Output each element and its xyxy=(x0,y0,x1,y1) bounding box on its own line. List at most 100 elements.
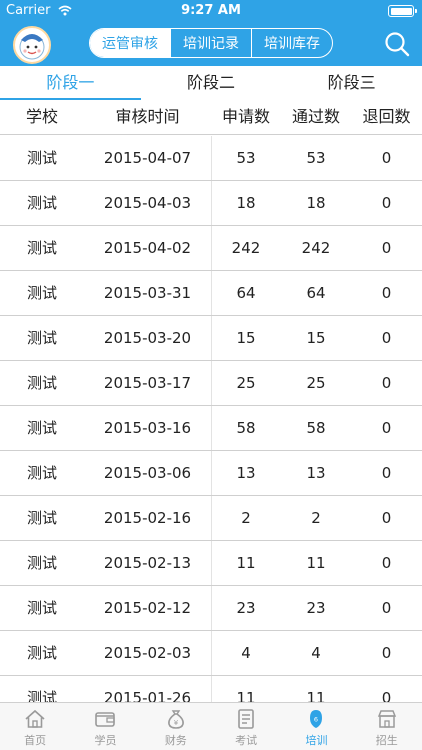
cell-passed: 15 xyxy=(306,329,326,347)
cell-passed: 242 xyxy=(301,239,331,257)
cell-school: 测试 xyxy=(26,509,57,527)
segment-training-stock[interactable]: 培训库存 xyxy=(251,29,332,57)
cell-audit-time: 2015-04-03 xyxy=(103,194,192,212)
segmented-control: 运管审核 培训记录 培训库存 xyxy=(89,28,333,58)
cell-passed: 53 xyxy=(306,149,326,167)
header-audit-time: 审核时间 xyxy=(115,107,180,126)
cell-applied: 64 xyxy=(236,284,256,302)
table-row[interactable]: 测试 2015-04-02 242 242 0 xyxy=(0,226,422,271)
cell-applied: 18 xyxy=(236,194,256,212)
table-row[interactable]: 测试 2015-04-03 18 18 0 xyxy=(0,181,422,226)
money-bag-icon: ¥ xyxy=(167,710,184,729)
cell-audit-time: 2015-02-13 xyxy=(103,554,192,572)
cell-returned: 0 xyxy=(381,644,392,662)
cell-audit-time: 2015-03-06 xyxy=(103,464,192,482)
cell-returned: 0 xyxy=(381,149,392,167)
table-row[interactable]: 测试 2015-02-03 4 4 0 xyxy=(0,631,422,676)
cell-school: 测试 xyxy=(26,419,57,437)
table-row[interactable]: 测试 2015-03-31 64 64 0 xyxy=(0,271,422,316)
cell-applied: 11 xyxy=(236,554,256,572)
tab-bar-item[interactable]: ¥ 财务 xyxy=(141,703,211,750)
cell-audit-time: 2015-02-16 xyxy=(103,509,192,527)
cell-audit-time: 2015-04-07 xyxy=(103,149,192,167)
header-passed: 通过数 xyxy=(291,107,340,126)
cell-returned: 0 xyxy=(381,464,392,482)
cell-audit-time: 2015-02-03 xyxy=(103,644,192,662)
header-school: 学校 xyxy=(25,107,58,126)
tab-stage-3[interactable]: 阶段三 xyxy=(281,66,422,100)
cell-school: 测试 xyxy=(26,599,57,617)
cell-returned: 0 xyxy=(381,329,392,347)
search-icon[interactable] xyxy=(384,31,410,57)
cell-school: 测试 xyxy=(26,149,57,167)
cell-audit-time: 2015-03-17 xyxy=(103,374,192,392)
table-row[interactable]: 测试 2015-02-12 23 23 0 xyxy=(0,586,422,631)
cell-applied: 13 xyxy=(236,464,256,482)
cell-returned: 0 xyxy=(381,194,392,212)
home-icon xyxy=(25,709,45,728)
cell-passed: 13 xyxy=(306,464,326,482)
cell-passed: 23 xyxy=(306,599,326,617)
tab-bar-item[interactable]: 6 培训 xyxy=(281,703,351,750)
cell-applied: 11 xyxy=(236,689,256,702)
tab-bar-label: 招生 xyxy=(375,734,398,747)
cell-school: 测试 xyxy=(26,554,57,572)
table-row[interactable]: 测试 2015-02-16 2 2 0 xyxy=(0,496,422,541)
cell-applied: 2 xyxy=(241,509,251,527)
segment-audit[interactable]: 运管审核 xyxy=(90,29,170,57)
cell-school: 测试 xyxy=(26,374,57,392)
cell-school: 测试 xyxy=(26,644,57,662)
cell-returned: 0 xyxy=(381,554,392,572)
table-row[interactable]: 测试 2015-03-17 25 25 0 xyxy=(0,361,422,406)
cell-audit-time: 2015-01-26 xyxy=(103,689,192,702)
tab-bar-item[interactable]: 学员 xyxy=(70,703,140,750)
shop-icon xyxy=(377,710,396,728)
cell-returned: 0 xyxy=(381,509,392,527)
cell-audit-time: 2015-03-31 xyxy=(103,284,192,302)
cell-applied: 4 xyxy=(241,644,251,662)
cell-returned: 0 xyxy=(381,419,392,437)
cell-school: 测试 xyxy=(26,464,57,482)
table-header: 学校 审核时间 申请数 通过数 退回数 xyxy=(0,100,422,135)
clock: 9:27 AM xyxy=(181,3,241,18)
table-row[interactable]: 测试 2015-03-16 58 58 0 xyxy=(0,406,422,451)
cell-passed: 58 xyxy=(306,419,326,437)
cell-returned: 0 xyxy=(381,689,392,702)
table-row[interactable]: 测试 2015-03-20 15 15 0 xyxy=(0,316,422,361)
training-icon: 6 xyxy=(310,710,323,728)
cell-audit-time: 2015-03-16 xyxy=(103,419,192,437)
table-row[interactable]: 测试 2015-04-07 53 53 0 xyxy=(0,136,422,181)
tab-stage-1[interactable]: 阶段一 xyxy=(0,66,141,100)
nav-bar: 运管审核 培训记录 培训库存 xyxy=(0,22,422,66)
cell-applied: 58 xyxy=(236,419,256,437)
table-row[interactable]: 测试 2015-02-13 11 11 0 xyxy=(0,541,422,586)
cell-audit-time: 2015-03-20 xyxy=(103,329,192,347)
status-bar: Carrier 9:27 AM xyxy=(0,0,422,22)
cell-passed: 25 xyxy=(306,374,326,392)
tab-bar-item[interactable]: 首页 xyxy=(0,703,70,750)
stage-tabs: 阶段一 阶段二 阶段三 xyxy=(0,66,422,100)
cell-school: 测试 xyxy=(26,284,57,302)
cell-school: 测试 xyxy=(26,239,57,257)
table-row[interactable]: 测试 2015-03-06 13 13 0 xyxy=(0,451,422,496)
tab-bar-label: 培训 xyxy=(305,734,328,747)
tab-bar-label: 财务 xyxy=(164,734,187,747)
table-row[interactable]: 测试 2015-01-26 11 11 0 xyxy=(0,676,422,702)
cell-audit-time: 2015-02-12 xyxy=(103,599,192,617)
cell-returned: 0 xyxy=(381,599,392,617)
cell-applied: 25 xyxy=(236,374,256,392)
cell-passed: 2 xyxy=(311,509,321,527)
tab-stage-2[interactable]: 阶段二 xyxy=(141,66,282,100)
cell-passed: 4 xyxy=(311,644,321,662)
battery-icon xyxy=(388,5,417,17)
svg-text:¥: ¥ xyxy=(174,719,179,727)
tab-bar-item[interactable]: 招生 xyxy=(352,703,422,750)
header-applied: 申请数 xyxy=(221,107,270,126)
segment-training-records[interactable]: 培训记录 xyxy=(170,29,251,57)
cell-passed: 18 xyxy=(306,194,326,212)
tab-bar-item[interactable]: 考试 xyxy=(211,703,281,750)
svg-text:6: 6 xyxy=(314,716,318,724)
cell-passed: 64 xyxy=(306,284,326,302)
table-body[interactable]: 测试 2015-04-07 53 53 0 测试 2015-04-03 18 18 0 测试 2015… xyxy=(0,136,422,702)
avatar[interactable] xyxy=(13,26,51,64)
